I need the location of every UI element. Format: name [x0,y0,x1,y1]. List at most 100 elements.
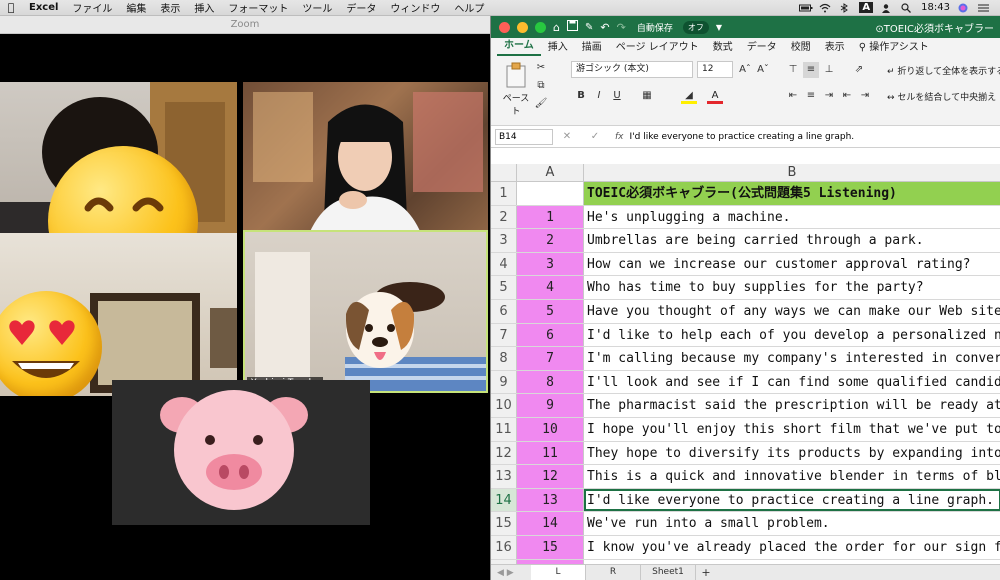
cell-b[interactable]: Who has time to buy supplies for the par… [584,276,1000,299]
row-header[interactable]: 10 [491,394,517,417]
cell-a[interactable]: 4 [517,276,584,299]
formula-input[interactable]: I'd like everyone to practice creating a… [630,132,855,142]
video-tile-participant-5[interactable] [112,380,370,525]
cell-b[interactable]: I'll look and see if I can find some qua… [584,371,1000,394]
decrease-font-size-icon[interactable]: Aˇ [755,62,771,78]
align-right-icon[interactable]: ⇥ [821,88,837,104]
zoom-window-button[interactable] [535,21,546,33]
cell-b[interactable]: They hope to diversify its products by e… [584,442,1000,465]
align-left-icon[interactable]: ⇤ [785,88,801,104]
user-icon[interactable] [881,3,893,13]
increase-indent-icon[interactable]: ⇥ [857,88,873,104]
orientation-icon[interactable]: ⇗ [851,62,867,78]
align-center-icon[interactable]: ≡ [803,88,819,104]
menu-file[interactable]: ファイル [65,0,119,15]
bold-button[interactable]: B [573,88,589,104]
input-method-indicator[interactable]: A [859,2,874,13]
sheet-nav-arrows[interactable]: ◀ ▶ [491,565,531,580]
cell-b[interactable]: TOEIC必須ボキャブラー(公式問題集5 Listening) [584,182,1000,205]
row-header[interactable]: 8 [491,347,517,370]
tab-draw[interactable]: 描画 [575,38,609,56]
cell-a[interactable]: 11 [517,441,584,465]
cell-a[interactable]: 15 [517,535,584,559]
cell-a[interactable]: 10 [517,417,584,441]
format-painter-icon[interactable]: 🖌 [533,96,549,112]
cancel-icon[interactable]: ✕ [563,131,571,142]
video-tile-yoshimi-tanaka[interactable]: Yoshimi Tanaka [243,230,488,393]
clock[interactable]: 18:43 [921,2,950,13]
name-box[interactable]: B14 [495,128,553,145]
menu-window[interactable]: ウィンドウ [383,0,447,15]
tab-view[interactable]: 表示 [818,38,852,56]
decrease-indent-icon[interactable]: ⇤ [839,88,855,104]
row-header[interactable]: 9 [491,370,517,394]
menu-app-name[interactable]: Excel [22,2,65,13]
align-middle-icon[interactable]: ≡ [803,62,819,78]
chevron-down-icon[interactable]: ▼ [716,23,722,32]
function-icon[interactable]: fx [615,132,624,142]
cell-b[interactable]: I'm calling because my company's interes… [584,347,1000,370]
wifi-icon[interactable] [819,3,831,13]
align-bottom-icon[interactable]: ⊥ [821,62,837,78]
redo-icon[interactable]: ↷ [617,21,626,34]
cell-b[interactable]: This is a quick and innovative blender i… [584,465,1000,488]
row-header[interactable]: 12 [491,441,517,465]
underline-button[interactable]: U [609,88,625,104]
tab-home[interactable]: ホーム [497,36,541,56]
row-header[interactable]: 3 [491,229,517,252]
cut-icon[interactable]: ✂ [533,60,549,76]
increase-font-size-icon[interactable]: Aˆ [737,62,753,78]
menu-view[interactable]: 表示 [153,0,187,15]
tab-formulas[interactable]: 数式 [706,38,740,56]
cell-a[interactable]: 6 [517,323,584,347]
cell-a[interactable]: 3 [517,252,584,276]
font-color-icon[interactable]: A [707,88,723,104]
minimize-window-button[interactable] [517,21,528,33]
tab-page-layout[interactable]: ページ レイアウト [609,38,706,56]
cell-b[interactable]: We've run into a small problem. [584,512,1000,535]
battery-icon[interactable] [799,3,813,13]
menu-help[interactable]: ヘルプ [447,0,491,15]
cell-a[interactable]: 9 [517,394,584,417]
cell-a[interactable]: 5 [517,299,584,323]
tell-me-search[interactable]: ⚲ 操作アシスト [852,38,936,56]
sheet-tab-r[interactable]: R [586,565,641,580]
bluetooth-icon[interactable] [839,2,851,13]
row-header[interactable]: 1 [491,182,517,205]
font-name-select[interactable]: 游ゴシック (本文) [571,61,693,78]
cell-b[interactable]: Have you thought of any ways we can make… [584,300,1000,323]
row-header[interactable]: 16 [491,535,517,559]
cell-a[interactable]: 7 [517,347,584,370]
row-header[interactable]: 2 [491,205,517,229]
menu-data[interactable]: データ [339,0,383,15]
cell-b[interactable]: The pharmacist said the prescription wil… [584,394,1000,417]
row-header[interactable]: 6 [491,299,517,323]
merge-center-button[interactable]: ↔ セルを結合して中央揃え [887,90,996,103]
cell-a[interactable]: 14 [517,512,584,535]
tab-review[interactable]: 校閲 [784,38,818,56]
menu-insert[interactable]: 挿入 [187,0,221,15]
video-tile-participant-1[interactable] [0,82,237,249]
row-header[interactable]: 13 [491,465,517,488]
confirm-icon[interactable]: ✓ [591,131,599,142]
cell-b[interactable]: Umbrellas are being carried through a pa… [584,229,1000,252]
cell-b[interactable]: He's unplugging a machine. [584,206,1000,229]
cell-b[interactable]: How can we increase our customer approva… [584,253,1000,276]
cell-a[interactable] [517,182,584,205]
column-header-b[interactable]: B [584,164,1000,181]
italic-button[interactable]: I [591,88,607,104]
apple-icon[interactable]:  [0,1,22,14]
home-icon[interactable]: ⌂ [553,21,560,34]
cell-a[interactable]: 8 [517,370,584,394]
menu-edit[interactable]: 編集 [119,0,153,15]
video-tile-participant-3[interactable] [0,233,237,396]
cell-a[interactable]: 1 [517,205,584,229]
tab-insert[interactable]: 挿入 [541,38,575,56]
wrap-text-button[interactable]: ↵ 折り返して全体を表示する [887,64,1000,77]
save-icon[interactable] [566,20,578,34]
tab-data[interactable]: データ [740,38,784,56]
siri-icon[interactable] [958,3,970,13]
row-header[interactable]: 15 [491,512,517,535]
cell-a[interactable]: 12 [517,465,584,488]
borders-icon[interactable]: ▦ [639,88,655,104]
